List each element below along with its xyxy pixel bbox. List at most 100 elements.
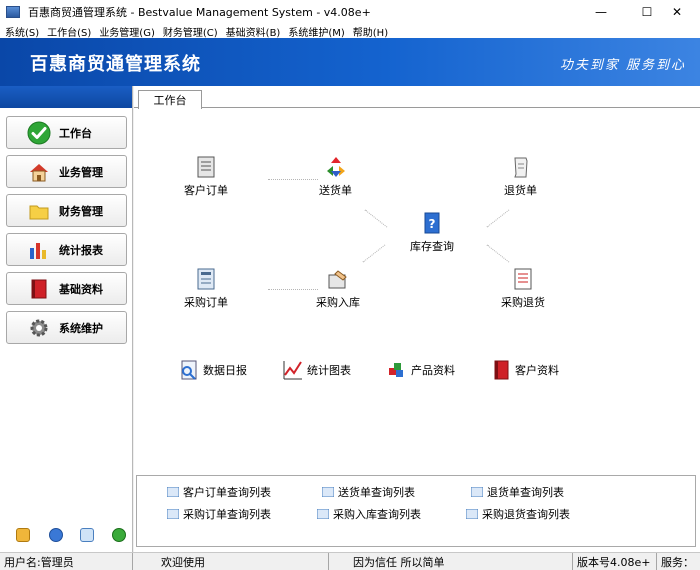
magnifier-doc-icon	[178, 359, 200, 381]
query-link[interactable]: 采购订单查询列表	[167, 506, 271, 522]
menu-maintenance[interactable]: 系统维护(M)	[285, 24, 347, 39]
purchase-order-button[interactable]: 采购订单	[184, 266, 228, 310]
status-bar: 用户名:管理员 欢迎使用 因为信任 所以简单 版本号4.08e+ 服务：	[0, 552, 700, 570]
inventory-query-label: 库存查询	[410, 240, 454, 253]
menu-business[interactable]: 业务管理(G)	[96, 24, 158, 39]
report-doc-icon	[510, 266, 536, 292]
folder-icon	[27, 199, 51, 223]
tab-strip: 工作台	[134, 86, 700, 109]
red-book-icon	[27, 277, 51, 301]
daily-report-label: 数据日报	[203, 364, 247, 377]
return-order-button[interactable]: 退货单	[504, 154, 537, 198]
sidebar-item-business[interactable]: 业务管理	[6, 155, 127, 188]
sidebar-item-basic-data[interactable]: 基础资料	[6, 272, 127, 305]
list-search-icon	[317, 509, 329, 519]
purchase-order-label: 采购订单	[184, 296, 228, 309]
status-user: 用户名:管理员	[0, 553, 133, 570]
exit-icon[interactable]	[112, 528, 126, 542]
customer-data-button[interactable]: 客户资料	[490, 359, 559, 381]
list-search-icon	[322, 487, 334, 497]
query-link[interactable]: 采购入库查询列表	[317, 506, 421, 522]
scroll-icon	[508, 154, 534, 180]
clock-icon[interactable]	[49, 528, 63, 542]
key-icon[interactable]	[16, 528, 30, 542]
status-version: 版本号4.08e+	[573, 553, 657, 570]
red-book-icon	[490, 359, 512, 381]
sidebar-item-label: 系统维护	[59, 321, 103, 335]
return-order-label: 退货单	[504, 184, 537, 197]
status-motto: 因为信任 所以简单	[329, 553, 573, 570]
customer-order-label: 客户订单	[184, 184, 228, 197]
menu-workbench[interactable]: 工作台(S)	[44, 24, 94, 39]
house-icon	[27, 160, 51, 184]
document-icon	[193, 154, 219, 180]
daily-report-button[interactable]: 数据日报	[178, 359, 247, 381]
sidebar-item-finance[interactable]: 财务管理	[6, 194, 127, 227]
query-link[interactable]: 退货单查询列表	[471, 484, 564, 500]
tab-workbench[interactable]: 工作台	[138, 90, 202, 109]
sidebar-item-label: 财务管理	[59, 204, 103, 218]
inventory-query-button[interactable]: ? 库存查询	[410, 210, 454, 254]
customer-data-label: 客户资料	[515, 364, 559, 377]
sidebar-item-label: 工作台	[59, 126, 92, 140]
cubes-icon	[386, 359, 408, 381]
status-welcome: 欢迎使用	[133, 553, 329, 570]
workspace: 工作台 客户订单 送货单 退货单 ? 库存查询 采购订单 采购入库 采购退货 数…	[134, 86, 700, 552]
sidebar: 工作台 业务管理 财务管理 统计报表 基础资料 系统维护	[0, 86, 133, 552]
list-search-icon	[167, 487, 179, 497]
app-icon	[6, 6, 20, 18]
sidebar-header	[0, 86, 132, 108]
search-icon[interactable]	[80, 528, 94, 542]
gear-icon	[27, 316, 51, 340]
status-service: 服务：	[661, 556, 694, 569]
product-data-label: 产品资料	[411, 364, 455, 377]
menu-system[interactable]: 系统(S)	[2, 24, 42, 39]
connector-line	[268, 179, 318, 180]
customer-order-button[interactable]: 客户订单	[184, 154, 228, 198]
sidebar-item-label: 基础资料	[59, 282, 103, 296]
line-chart-icon	[282, 359, 304, 381]
connector-line	[486, 244, 510, 263]
window-title: 百惠商贸通管理系统 - Bestvalue Management System …	[28, 6, 371, 19]
list-search-icon	[471, 487, 483, 497]
green-check-icon	[27, 121, 51, 145]
help-book-icon: ?	[419, 210, 445, 236]
connector-line	[362, 244, 386, 263]
query-list-panel: 客户订单查询列表 送货单查询列表 退货单查询列表 采购订单查询列表 采购入库查询…	[136, 475, 696, 547]
sidebar-item-workbench[interactable]: 工作台	[6, 116, 127, 149]
list-search-icon	[167, 509, 179, 519]
banner-title: 百惠商贸通管理系统	[30, 54, 201, 75]
sidebar-item-statistics[interactable]: 统计报表	[6, 233, 127, 266]
signing-hand-icon	[325, 266, 351, 292]
purchase-return-button[interactable]: 采购退货	[501, 266, 545, 310]
menu-bar: 系统(S) 工作台(S) 业务管理(G) 财务管理(C) 基础资料(B) 系统维…	[0, 24, 700, 39]
minimize-button[interactable]: —	[578, 0, 624, 24]
sidebar-item-maintenance[interactable]: 系统维护	[6, 311, 127, 344]
connector-line	[268, 289, 318, 290]
connector-line	[364, 209, 388, 228]
close-button[interactable]: ✕	[654, 0, 700, 24]
bar-chart-icon	[27, 238, 51, 262]
banner-slogan: 功夫到家 服务到心	[559, 58, 686, 73]
query-link[interactable]: 客户订单查询列表	[167, 484, 271, 500]
product-data-button[interactable]: 产品资料	[386, 359, 455, 381]
app-banner: 百惠商贸通管理系统 功夫到家 服务到心	[0, 38, 700, 86]
menu-help[interactable]: 帮助(H)	[350, 24, 391, 39]
menu-finance[interactable]: 财务管理(C)	[160, 24, 221, 39]
title-bar: 百惠商贸通管理系统 - Bestvalue Management System …	[0, 0, 700, 24]
purchase-in-label: 采购入库	[316, 296, 360, 309]
statistics-chart-button[interactable]: 统计图表	[282, 359, 351, 381]
sidebar-item-label: 统计报表	[59, 243, 103, 257]
connector-line	[486, 209, 510, 228]
svg-text:?: ?	[429, 217, 436, 231]
statistics-chart-label: 统计图表	[307, 364, 351, 377]
query-link[interactable]: 送货单查询列表	[322, 484, 415, 500]
sidebar-item-label: 业务管理	[59, 165, 103, 179]
query-link[interactable]: 采购退货查询列表	[466, 506, 570, 522]
delivery-button[interactable]: 送货单	[319, 154, 352, 198]
form-icon	[193, 266, 219, 292]
menu-basic-data[interactable]: 基础资料(B)	[223, 24, 284, 39]
list-search-icon	[466, 509, 478, 519]
purchase-in-button[interactable]: 采购入库	[316, 266, 360, 310]
purchase-return-label: 采购退货	[501, 296, 545, 309]
